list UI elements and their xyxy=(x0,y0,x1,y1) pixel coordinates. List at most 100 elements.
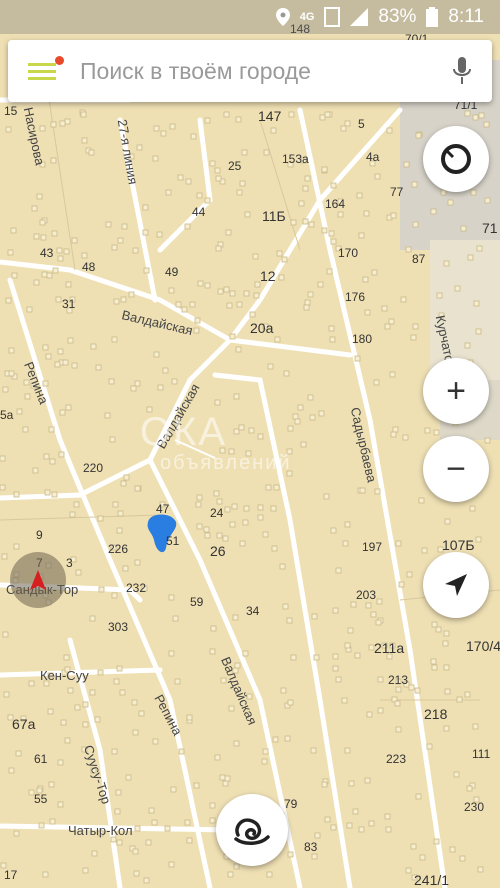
house-number-label: 303 xyxy=(108,620,129,634)
location-icon xyxy=(275,8,290,26)
building-dot xyxy=(270,127,277,134)
building-dot xyxy=(131,699,138,706)
house-number-label: 213 xyxy=(388,673,409,687)
building-dot xyxy=(57,348,64,355)
building-dot xyxy=(164,825,171,832)
building-dot xyxy=(300,441,307,448)
building-dot xyxy=(52,267,59,274)
building-dot xyxy=(226,302,233,309)
building-dot xyxy=(32,467,39,474)
building-dot xyxy=(215,245,222,252)
building-dot xyxy=(436,292,443,299)
house-number-label: 43 xyxy=(40,246,54,260)
house-number-label: 164 xyxy=(325,197,346,211)
building-dot xyxy=(196,494,203,501)
alice-assistant-button[interactable] xyxy=(216,794,288,866)
building-dot xyxy=(359,487,366,494)
voice-search-button[interactable] xyxy=(432,40,492,102)
building-dot xyxy=(40,234,47,241)
building-dot xyxy=(50,157,57,164)
building-dot xyxy=(243,505,250,512)
building-dot xyxy=(483,121,490,128)
building-dot xyxy=(170,786,177,793)
building-dot xyxy=(108,378,115,385)
building-dot xyxy=(356,192,363,199)
building-dot xyxy=(111,244,118,251)
building-dot xyxy=(384,813,391,820)
building-dot xyxy=(385,826,392,833)
building-dot xyxy=(15,750,22,757)
building-dot xyxy=(374,173,381,180)
building-dot xyxy=(156,231,163,238)
building-dot xyxy=(323,493,330,500)
building-dot xyxy=(321,166,328,173)
house-number-label: 211а xyxy=(374,640,405,656)
menu-button[interactable] xyxy=(8,40,78,102)
building-dot xyxy=(431,664,438,671)
building-dot xyxy=(352,808,359,815)
building-dot xyxy=(105,221,112,228)
building-dot xyxy=(194,317,201,324)
building-dot xyxy=(430,658,437,665)
building-dot xyxy=(214,167,221,174)
building-dot xyxy=(328,325,335,332)
building-dot xyxy=(238,424,245,431)
building-dot xyxy=(402,434,409,441)
notification-dot-icon xyxy=(55,56,64,65)
compass-marker[interactable] xyxy=(10,552,66,608)
zoom-in-button[interactable]: + xyxy=(423,358,489,424)
building-dot xyxy=(224,775,231,782)
building-dot xyxy=(287,425,294,432)
search-input[interactable] xyxy=(78,56,432,86)
building-dot xyxy=(364,309,371,316)
building-dot xyxy=(48,426,55,433)
building-dot xyxy=(91,850,98,857)
building-dot xyxy=(33,279,40,286)
house-number-label: 4а xyxy=(366,150,380,164)
zoom-out-button[interactable]: − xyxy=(423,436,489,502)
building-dot xyxy=(8,370,15,377)
building-dot xyxy=(125,774,132,781)
building-dot xyxy=(459,855,466,862)
building-dot xyxy=(168,861,175,868)
building-dot xyxy=(263,149,270,156)
building-dot xyxy=(196,192,203,199)
building-dot xyxy=(443,725,450,732)
building-dot xyxy=(248,427,255,434)
building-dot xyxy=(279,563,286,570)
house-number-label: 83 xyxy=(304,840,318,854)
building-dot xyxy=(346,822,353,829)
building-dot xyxy=(57,801,64,808)
house-number-label: 44 xyxy=(192,205,206,219)
building-dot xyxy=(266,871,273,878)
building-dot xyxy=(431,621,438,628)
building-dot xyxy=(262,748,269,755)
building-dot xyxy=(329,336,336,343)
building-dot xyxy=(344,747,351,754)
building-dot xyxy=(344,120,351,127)
building-dot xyxy=(26,306,33,313)
house-number-label: 180 xyxy=(352,332,373,346)
map-canvas[interactable] xyxy=(0,0,500,888)
building-dot xyxy=(364,777,371,784)
building-dot xyxy=(344,521,351,528)
building-dot xyxy=(467,254,474,261)
building-dot xyxy=(377,676,384,683)
building-dot xyxy=(411,181,418,188)
building-dot xyxy=(41,271,48,278)
house-number-label: 79 xyxy=(284,797,298,811)
traffic-button[interactable] xyxy=(423,126,489,192)
building-dot xyxy=(142,204,149,211)
building-dot xyxy=(410,334,417,341)
building-dot xyxy=(344,642,351,649)
building-dot xyxy=(111,336,118,343)
building-dot xyxy=(133,870,140,877)
building-dot xyxy=(210,625,217,632)
my-location-button[interactable] xyxy=(423,552,489,618)
building-dot xyxy=(190,133,197,140)
search-bar[interactable] xyxy=(8,40,492,102)
house-number-label: 5 xyxy=(358,117,365,131)
building-dot xyxy=(134,825,141,832)
building-dot xyxy=(314,832,321,839)
building-dot xyxy=(81,137,88,144)
